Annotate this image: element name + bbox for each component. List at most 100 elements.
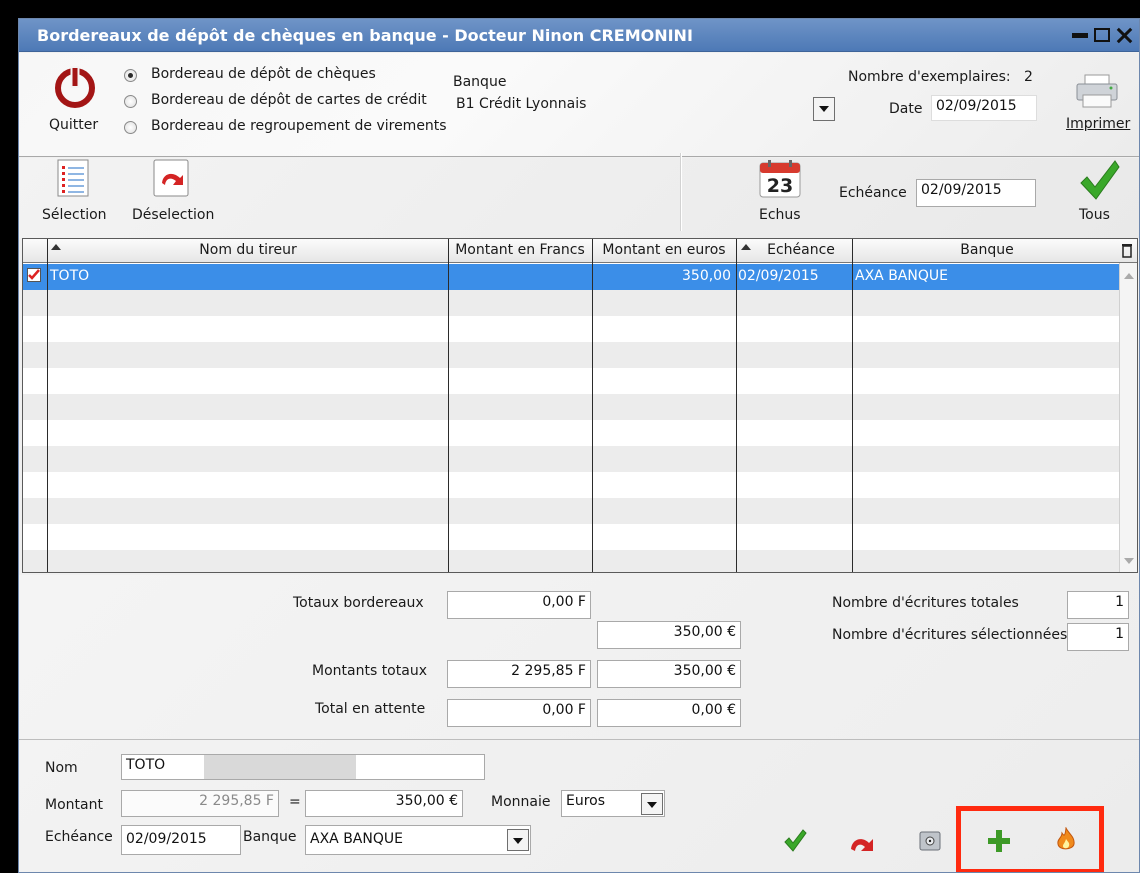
redacted-block [204,755,356,779]
form-echeance-field[interactable]: 02/09/2015 [121,825,241,855]
table-row[interactable]: TOTO 350,00 02/09/2015 AXA BANQUE [23,264,1119,290]
checkmark-icon [1080,160,1120,200]
date-label: Date [889,101,923,117]
cell-nom: TOTO [50,268,90,284]
table-scrollbar[interactable] [1119,263,1137,572]
undo-action-icon[interactable] [849,831,875,853]
echus-label: Echus [759,207,801,223]
print-label: Imprimer [1066,116,1131,132]
radio-depot-cartes[interactable] [124,95,137,108]
ecritures-totales-field: 1 [1067,591,1129,619]
form-banque-dropdown-button[interactable] [507,829,529,851]
validate-icon[interactable] [783,829,807,853]
cell-echeance: 02/09/2015 [738,268,819,284]
attente-francs-field: 0,00 F [447,699,591,727]
monnaie-label: Monnaie [491,794,551,810]
table-row [23,550,1119,572]
montant-francs-field: 2 295,85 F [121,790,279,817]
radio-label-cartes: Bordereau de dépôt de cartes de crédit [151,92,427,108]
ecritures-selectionnees-label: Nombre d'écritures sélectionnées [832,627,1068,643]
cell-euros: 350,00 [682,268,731,284]
safe-icon[interactable] [919,831,941,851]
column-divider [47,239,48,572]
tous-label: Tous [1079,207,1110,223]
table-row [23,394,1119,420]
column-header-banque[interactable]: Banque [852,242,1122,258]
table-row [23,290,1119,316]
tous-button[interactable]: Tous [1071,159,1131,229]
nom-field[interactable]: TOTO [121,754,485,780]
selection-label: Sélection [42,207,107,223]
radio-label-virements: Bordereau de regroupement de virements [151,118,447,134]
echus-button[interactable]: 23 Echus [754,159,812,229]
cheques-table: Nom du tireur Montant en Francs Montant … [22,238,1138,573]
attente-label: Total en attente [315,701,426,717]
attente-euros-field: 0,00 € [597,699,741,727]
deselection-button[interactable]: Déselection [129,159,214,229]
column-divider [736,239,737,572]
close-icon[interactable] [1113,25,1135,45]
nom-label: Nom [45,760,78,776]
calendar-icon: 23 [759,160,801,198]
radio-regroupement-virements[interactable] [124,121,137,134]
undo-icon [153,159,189,197]
table-row [23,498,1119,524]
toolbar-separator [680,153,682,231]
column-header-francs[interactable]: Montant en Francs [448,242,592,258]
bank-dropdown-button[interactable] [813,97,835,121]
ecritures-totales-label: Nombre d'écritures totales [832,595,1019,611]
minimize-icon[interactable] [1069,25,1091,45]
montants-euros-field: 350,00 € [597,660,741,688]
copies-label: Nombre d'exemplaires: [848,69,1011,85]
equals-sign: = [289,794,301,810]
print-button[interactable]: Imprimer [1064,73,1130,139]
column-divider [448,239,449,572]
quit-label: Quitter [49,117,99,133]
table-row [23,446,1119,472]
column-divider [592,239,593,572]
trash-icon[interactable] [1121,242,1133,258]
form-banque-select[interactable]: AXA BANQUE [305,825,531,855]
table-row [23,316,1119,342]
table-header: Nom du tireur Montant en Francs Montant … [23,239,1137,263]
column-header-nom[interactable]: Nom du tireur [48,242,448,258]
column-header-euros[interactable]: Montant en euros [592,242,736,258]
list-icon [57,159,89,197]
radio-depot-cheques[interactable] [124,69,137,82]
table-row [23,342,1119,368]
totaux-euros-field: 350,00 € [597,621,741,649]
calendar-day: 23 [767,175,793,197]
ecritures-selectionnees-field: 1 [1067,623,1129,651]
title-bar[interactable]: Bordereaux de dépôt de chèques en banque… [19,19,1139,52]
montant-label: Montant [45,797,103,813]
scroll-up-icon[interactable] [1124,273,1134,279]
maximize-icon[interactable] [1091,25,1113,45]
annotation-highlight-box [956,806,1104,872]
totaux-francs-field: 0,00 F [447,591,591,619]
row-checkbox[interactable] [27,268,41,282]
window-title: Bordereaux de dépôt de chèques en banque… [37,26,693,45]
date-field[interactable]: 02/09/2015 [931,95,1037,121]
monnaie-dropdown-button[interactable] [641,793,663,815]
echeance-filter-field[interactable]: 02/09/2015 [916,179,1036,207]
window-controls [1069,25,1135,45]
bank-value[interactable]: B1 Crédit Lyonnais [456,96,586,112]
selection-button[interactable]: Sélection [39,159,113,229]
table-row [23,420,1119,446]
scroll-down-icon[interactable] [1124,558,1134,564]
nom-value: TOTO [126,757,166,773]
table-row [23,524,1119,550]
montant-euros-field[interactable]: 350,00 € [305,790,463,817]
form-echeance-label: Echéance [45,829,113,845]
montants-label: Montants totaux [312,663,427,679]
column-header-echeance[interactable]: Echéance [736,242,866,258]
montants-francs-field: 2 295,85 F [447,660,591,688]
copies-value[interactable]: 2 [1024,69,1033,85]
power-icon [55,66,95,108]
radio-label-cheques: Bordereau de dépôt de chèques [151,66,376,82]
form-banque-label: Banque [243,829,297,845]
quit-button[interactable]: Quitter [43,65,107,137]
table-row [23,368,1119,394]
echeance-filter-label: Echéance [839,185,907,201]
check-mark-icon [28,269,40,280]
